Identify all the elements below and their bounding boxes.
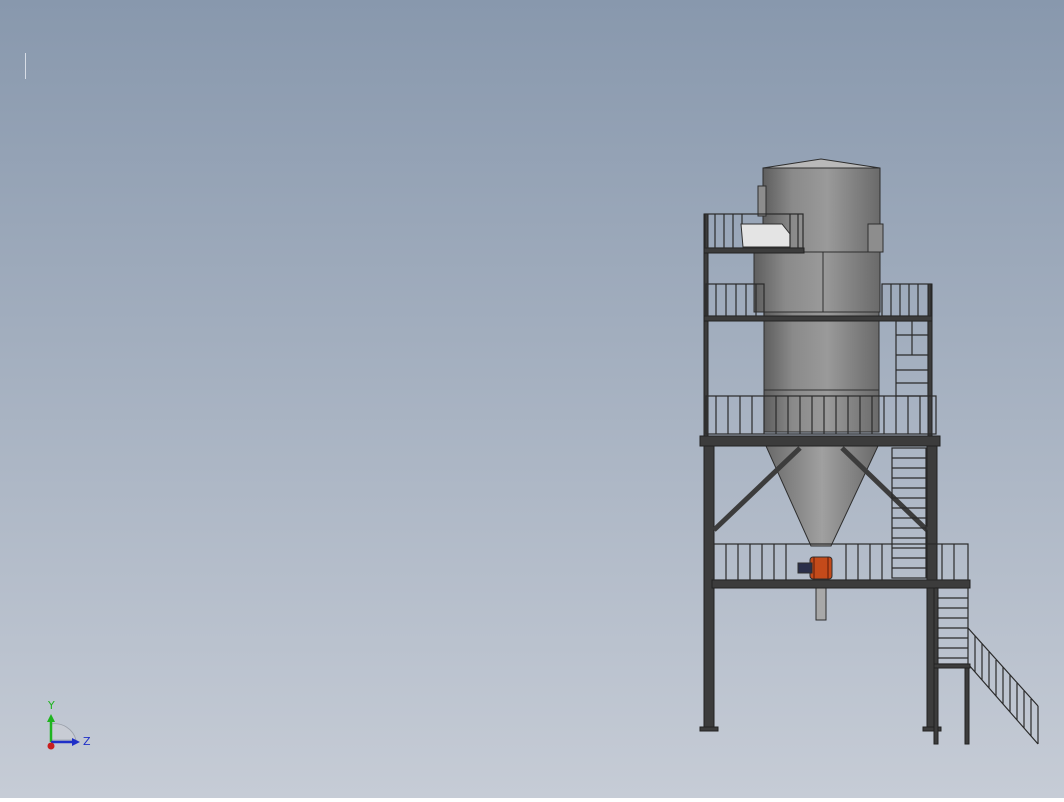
side-box-left: [757, 185, 767, 217]
model-canvas[interactable]: [0, 0, 1064, 798]
lower-deck-beam: [711, 579, 971, 589]
mid-deck-beam: [703, 315, 933, 322]
side-box-right: [867, 223, 884, 253]
text-cursor: [25, 53, 26, 79]
main-deck-beam: [699, 435, 941, 447]
top-deck-beam: [703, 247, 805, 254]
silo-lower-cylinder: [763, 311, 880, 433]
rotary-valve: [809, 556, 833, 580]
graphics-viewport[interactable]: Y Z: [0, 0, 1064, 798]
valve-motor: [797, 562, 813, 574]
silo-filter-section: [753, 251, 881, 313]
viewport-background: [0, 0, 1064, 798]
inlet-duct: [740, 223, 791, 248]
axis-y-label: Y: [48, 699, 55, 712]
axis-z-label: Z: [83, 735, 91, 748]
